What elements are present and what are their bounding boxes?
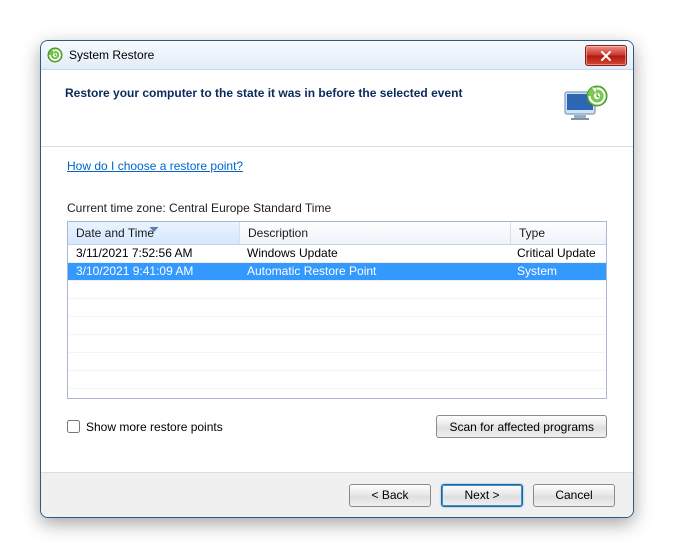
table-row-empty [68,389,606,399]
restore-app-icon [47,47,63,63]
show-more-checkbox[interactable] [67,420,80,433]
titlebar: System Restore [41,41,633,70]
table-row-empty [68,281,606,299]
show-more-label: Show more restore points [86,420,223,434]
next-button[interactable]: Next > [441,484,523,507]
scan-affected-button[interactable]: Scan for affected programs [436,415,607,438]
column-label: Description [248,226,308,240]
below-grid-bar: Show more restore points Scan for affect… [67,415,607,438]
wizard-header: Restore your computer to the state it wa… [41,70,633,147]
back-button[interactable]: < Back [349,484,431,507]
help-link[interactable]: How do I choose a restore point? [67,159,243,173]
column-description[interactable]: Description [240,222,511,244]
restore-points-table[interactable]: Date and Time Description Type 3/11/2021… [67,221,607,399]
cell-type: Critical Update [509,245,606,262]
column-label: Date and Time [76,226,154,240]
cancel-button[interactable]: Cancel [533,484,615,507]
close-button[interactable] [585,45,627,66]
column-label: Type [519,226,545,240]
column-type[interactable]: Type [511,222,606,244]
cell-date: 3/11/2021 7:52:56 AM [68,245,239,262]
table-row-empty [68,299,606,317]
page-heading: Restore your computer to the state it wa… [65,84,462,100]
wizard-footer: < Back Next > Cancel [41,472,633,517]
table-row-empty [68,353,606,371]
wizard-body: How do I choose a restore point? Current… [41,147,633,456]
table-row-empty [68,371,606,389]
sort-indicator-icon [149,221,158,235]
cell-description: Automatic Restore Point [239,263,509,280]
table-row[interactable]: 3/10/2021 9:41:09 AM Automatic Restore P… [68,263,606,281]
show-more-checkbox-wrapper[interactable]: Show more restore points [67,420,223,434]
table-row-empty [68,317,606,335]
table-row[interactable]: 3/11/2021 7:52:56 AM Windows Update Crit… [68,245,606,263]
cell-type: System [509,263,606,280]
close-icon [600,51,612,61]
table-row-empty [68,335,606,353]
table-header: Date and Time Description Type [68,222,606,245]
window-title: System Restore [69,48,154,62]
cell-description: Windows Update [239,245,509,262]
system-restore-window: System Restore Restore your computer to … [40,40,634,518]
column-date-and-time[interactable]: Date and Time [68,222,240,244]
restore-monitor-icon [563,84,609,124]
timezone-label: Current time zone: Central Europe Standa… [67,201,607,215]
cell-date: 3/10/2021 9:41:09 AM [68,263,239,280]
